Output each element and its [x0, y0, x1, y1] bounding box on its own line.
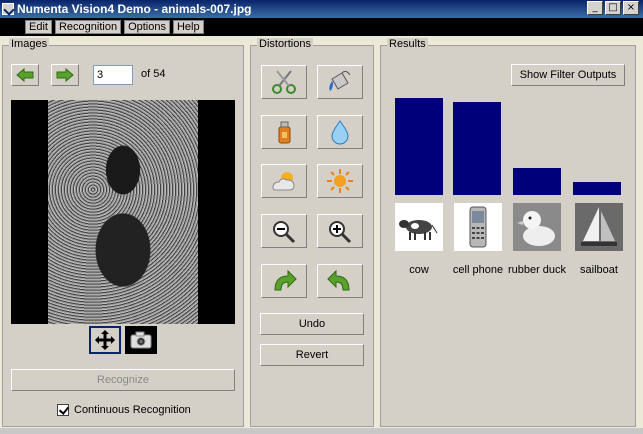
thumbnail-cow — [395, 203, 443, 251]
previous-image-button[interactable] — [11, 64, 39, 86]
next-image-button[interactable] — [51, 64, 79, 86]
result-bar-cow — [395, 98, 443, 195]
title-bar: Numenta Vision4 Demo - animals-007.jpg _… — [0, 0, 643, 18]
camera-tool-button[interactable] — [125, 326, 157, 354]
rotate-left-icon — [327, 269, 350, 291]
continuous-recognition-label: Continuous Recognition — [74, 404, 191, 416]
show-filter-outputs-button[interactable]: Show Filter Outputs — [511, 64, 625, 86]
recognize-button[interactable]: Recognize — [11, 369, 235, 391]
move-icon — [95, 330, 115, 350]
menu-bar: Edit Recognition Options Help — [0, 18, 643, 36]
revert-button[interactable]: Revert — [260, 344, 364, 366]
paint-bucket-icon — [329, 70, 351, 91]
window-title: Numenta Vision4 Demo - animals-007.jpg — [17, 2, 252, 16]
cloud-sun-icon — [272, 172, 295, 191]
darken-button[interactable] — [261, 164, 307, 198]
status-strip — [0, 428, 643, 434]
brighten-button[interactable] — [317, 164, 363, 198]
menu-recognition[interactable]: Recognition — [54, 20, 122, 34]
arrow-right-icon — [56, 68, 74, 82]
close-button[interactable]: × — [623, 1, 639, 15]
zoom-in-icon — [329, 221, 352, 244]
zoom-in-button[interactable] — [317, 214, 363, 248]
app-icon — [2, 3, 14, 15]
thumbnail-cell-phone — [454, 203, 502, 251]
page-total-label: of 54 — [141, 68, 166, 80]
thumbnail-sailboat — [575, 203, 623, 251]
image-viewer[interactable] — [11, 100, 235, 324]
maximize-button[interactable]: □ — [605, 1, 621, 15]
arrow-left-icon — [16, 68, 34, 82]
distortions-panel: Distortions Undo Revert — [250, 38, 374, 427]
result-bar-cell-phone — [453, 102, 501, 195]
menu-options[interactable]: Options — [124, 20, 170, 34]
page-number-input[interactable]: 3 — [93, 65, 133, 85]
cell-phone-thumbnail-icon — [469, 206, 487, 248]
camera-icon — [130, 331, 152, 349]
distortions-panel-label: Distortions — [257, 38, 313, 50]
rubber-duck-thumbnail-icon — [513, 203, 561, 251]
fill-button[interactable] — [317, 65, 363, 99]
continuous-recognition-row[interactable]: Continuous Recognition — [57, 404, 191, 416]
move-tool-button[interactable] — [89, 326, 121, 354]
category-label-rubber-duck: rubber duck — [507, 264, 567, 276]
undo-button[interactable]: Undo — [260, 313, 364, 335]
images-panel-label: Images — [9, 38, 50, 50]
water-drop-icon — [331, 120, 349, 145]
sailboat-thumbnail-icon — [575, 203, 623, 251]
blur-button[interactable] — [317, 115, 363, 149]
menu-help[interactable]: Help — [172, 20, 204, 34]
menu-edit[interactable]: Edit — [25, 20, 52, 34]
results-panel-label: Results — [387, 38, 428, 50]
scissors-icon — [272, 70, 296, 94]
zoom-out-button[interactable] — [261, 214, 307, 248]
category-label-sailboat: sailboat — [580, 264, 618, 276]
cow-image — [48, 100, 198, 324]
rotate-right-button[interactable] — [261, 264, 307, 298]
spray-can-icon — [278, 121, 291, 144]
images-panel: Images 3 of 54 Recognize Continuous Reco… — [2, 38, 244, 427]
continuous-recognition-checkbox[interactable] — [57, 404, 69, 416]
result-bar-rubber-duck — [513, 168, 561, 195]
rotate-left-button[interactable] — [317, 264, 363, 298]
results-bar-chart — [395, 98, 621, 195]
result-bar-sailboat — [573, 182, 621, 195]
results-panel: Results Show Filter Outputs cow cell pho… — [380, 38, 636, 427]
thumbnail-rubber-duck — [513, 203, 561, 251]
window-controls: _ □ × — [587, 1, 639, 15]
rotate-right-icon — [274, 269, 297, 291]
minimize-button[interactable]: _ — [587, 1, 603, 15]
noise-button[interactable] — [261, 115, 307, 149]
crop-button[interactable] — [261, 65, 307, 99]
sun-icon — [327, 169, 353, 193]
zoom-out-icon — [273, 221, 296, 244]
cow-thumbnail-icon — [399, 220, 438, 240]
